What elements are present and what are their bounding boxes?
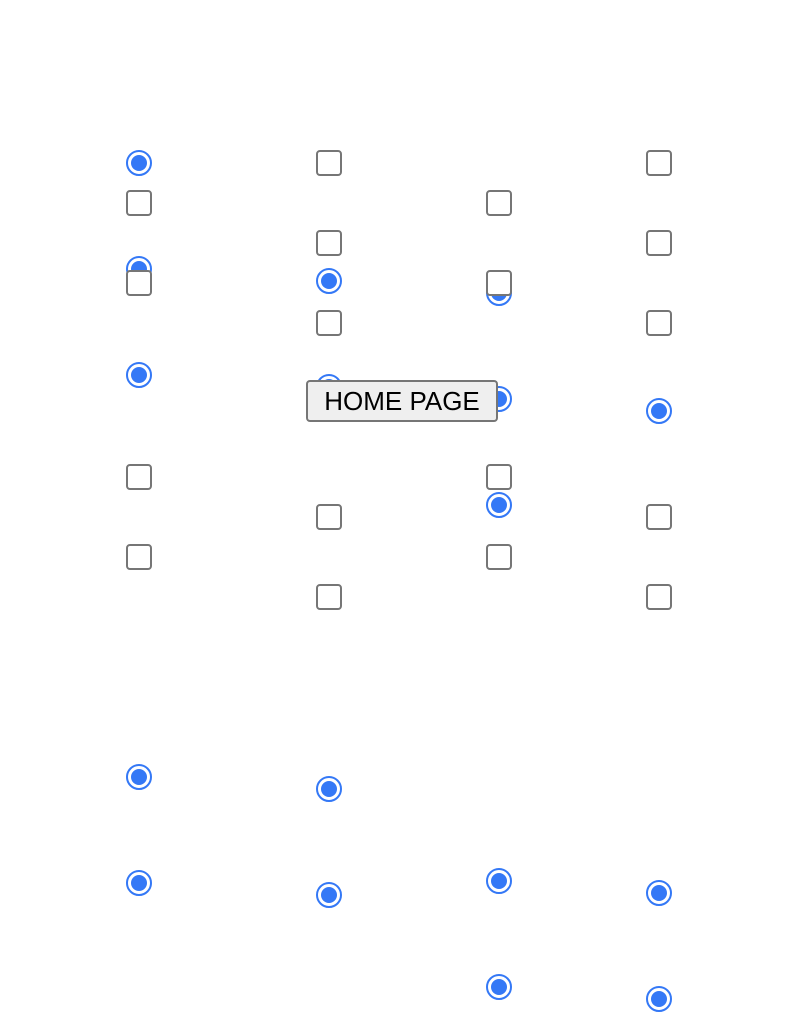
bottom-grid-radio-button-selected[interactable] (646, 880, 672, 906)
bottom-grid-radio-button-selected[interactable] (316, 882, 342, 908)
top-grid-radio-button-selected[interactable] (646, 398, 672, 424)
top-grid-checkbox-unchecked[interactable] (646, 310, 672, 336)
bottom-grid-radio-button-selected[interactable] (316, 776, 342, 802)
top-grid-radio-button-selected[interactable] (126, 362, 152, 388)
bottom-grid-checkbox-unchecked[interactable] (486, 464, 512, 490)
bottom-grid-checkbox-unchecked[interactable] (646, 504, 672, 530)
top-grid-radio-button-selected[interactable] (316, 268, 342, 294)
home-page-button[interactable]: HOME PAGE (306, 380, 498, 422)
top-grid-checkbox-unchecked[interactable] (316, 310, 342, 336)
top-grid-checkbox-unchecked[interactable] (126, 270, 152, 296)
bottom-control-grid (0, 260, 808, 1012)
bottom-grid-radio-button-selected[interactable] (486, 868, 512, 894)
bottom-grid-checkbox-unchecked[interactable] (126, 464, 152, 490)
bottom-grid-radio-button-selected[interactable] (486, 974, 512, 1000)
bottom-grid-radio-button-selected[interactable] (126, 870, 152, 896)
top-grid-checkbox-unchecked[interactable] (316, 150, 342, 176)
bottom-grid-checkbox-unchecked[interactable] (316, 504, 342, 530)
bottom-grid-checkbox-unchecked[interactable] (316, 584, 342, 610)
bottom-grid-radio-button-selected[interactable] (646, 986, 672, 1012)
bottom-grid-checkbox-unchecked[interactable] (486, 544, 512, 570)
top-grid-checkbox-unchecked[interactable] (646, 150, 672, 176)
top-control-grid (0, 0, 808, 530)
top-grid-checkbox-unchecked[interactable] (126, 190, 152, 216)
top-grid-checkbox-unchecked[interactable] (486, 270, 512, 296)
bottom-grid-checkbox-unchecked[interactable] (646, 584, 672, 610)
bottom-grid-checkbox-unchecked[interactable] (126, 544, 152, 570)
top-grid-radio-button-selected[interactable] (126, 150, 152, 176)
top-grid-checkbox-unchecked[interactable] (646, 230, 672, 256)
bottom-grid-radio-button-selected[interactable] (126, 764, 152, 790)
top-grid-radio-button-selected[interactable] (486, 492, 512, 518)
top-grid-checkbox-unchecked[interactable] (316, 230, 342, 256)
top-grid-checkbox-unchecked[interactable] (486, 190, 512, 216)
